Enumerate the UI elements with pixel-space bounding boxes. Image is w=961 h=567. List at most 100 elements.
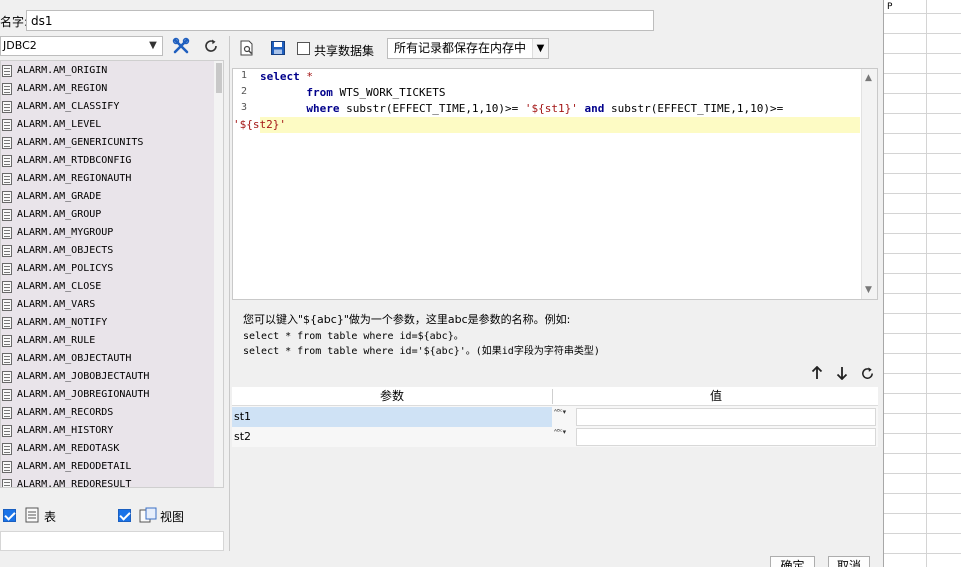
sheet-grid-line [884,33,961,34]
refresh-params-button[interactable] [858,364,876,382]
table-icon [2,479,12,487]
editor-scrollbar[interactable]: ▲ ▼ [861,69,877,299]
list-item[interactable]: ALARM.AM_CLOSE [1,278,214,296]
dataset-name-input[interactable] [26,10,654,31]
list-item[interactable]: ALARM.AM_REDORESULT [1,476,214,487]
sheet-grid-line [884,313,961,314]
query-toolbar: 共享数据集 所有记录都保存在内存中 ▼ [232,38,880,62]
table-row[interactable]: st1 ᴬᴮᶜ▾ [232,407,878,427]
sheet-grid-line [884,173,961,174]
list-item[interactable]: ALARM.AM_OBJECTAUTH [1,350,214,368]
param-value-input[interactable] [576,428,876,446]
preview-icon [240,40,253,56]
memory-mode-value: 所有记录都保存在内存中 [394,41,527,55]
sheet-grid-line [884,113,961,114]
scroll-up-icon[interactable]: ▲ [865,73,872,83]
tree-scrollbar[interactable] [214,61,223,487]
table-name: ALARM.AM_NOTIFY [17,317,108,328]
list-item[interactable]: ALARM.AM_GROUP [1,206,214,224]
list-item[interactable]: ALARM.AM_REDOTASK [1,440,214,458]
move-up-button[interactable] [808,364,826,382]
list-item[interactable]: ALARM.AM_VARS [1,296,214,314]
sheet-grid-line [884,373,961,374]
line-number-gutter: 1 2 3 [233,69,257,299]
list-item[interactable]: ALARM.AM_JOBREGIONAUTH [1,386,214,404]
name-label: 名字: [0,15,29,29]
shared-dataset-checkbox[interactable] [297,42,310,55]
table-search-input[interactable] [0,531,224,551]
table-icon [2,137,12,149]
table-icon [2,245,12,257]
type-glyph: ᴬᴮᶜ [554,408,563,416]
list-item[interactable]: ALARM.AM_POLICYS [1,260,214,278]
type-select-icon[interactable]: ᴬᴮᶜ▾ [554,409,574,425]
cancel-button[interactable]: 取消 [828,556,870,567]
list-item[interactable]: ALARM.AM_CLASSIFY [1,98,214,116]
code-expression: substr(EFFECT_TIME,1,10)>= [604,102,784,115]
list-item[interactable]: ALARM.AM_RECORDS [1,404,214,422]
connection-select[interactable]: JDBC2 ▼ [0,36,163,56]
table-name: ALARM.AM_RULE [17,335,96,346]
show-views-checkbox[interactable] [118,509,131,522]
param-name-cell[interactable]: st1 [232,407,552,427]
ok-button[interactable]: 确定 [770,556,815,567]
list-item[interactable]: ALARM.AM_ORIGIN [1,62,214,80]
list-item[interactable]: ALARM.AM_NOTIFY [1,314,214,332]
tree-scrollbar-thumb[interactable] [216,63,222,93]
list-item[interactable]: ALARM.AM_GRADE [1,188,214,206]
list-item[interactable]: ALARM.AM_GENERICUNITS [1,134,214,152]
panel-divider[interactable] [229,36,230,551]
sheet-grid-line [884,333,961,334]
list-item[interactable]: ALARM.AM_MYGROUP [1,224,214,242]
table-name: ALARM.AM_OBJECTS [17,245,114,256]
list-item[interactable]: ALARM.AM_RULE [1,332,214,350]
table-icon [2,65,12,77]
memory-mode-select[interactable]: 所有记录都保存在内存中 ▼ [387,38,549,59]
connection-select-value: JDBC2 [3,39,37,52]
connection-settings-button[interactable] [170,36,192,56]
table-name: ALARM.AM_CLASSIFY [17,101,120,112]
sql-editor[interactable]: 1 2 3 select * from WTS_WORK_TICKETS whe… [232,68,878,300]
scroll-down-icon[interactable]: ▼ [865,285,872,295]
table-name: ALARM.AM_GRADE [17,191,102,202]
table-name: ALARM.AM_JOBREGIONAUTH [17,389,150,400]
table-name: ALARM.AM_GROUP [17,209,102,220]
show-tables-checkbox[interactable] [3,509,16,522]
code-table-name: WTS_WORK_TICKETS [332,86,446,99]
code-expression: substr(EFFECT_TIME,1,10)>= [339,102,525,115]
table-tree[interactable]: ALARM.AM_ORIGIN ALARM.AM_REGION ALARM.AM_C… [0,60,224,488]
table-icon [2,191,12,203]
list-item[interactable]: ALARM.AM_REDODETAIL [1,458,214,476]
preview-button[interactable] [236,38,258,58]
list-item[interactable]: ALARM.AM_HISTORY [1,422,214,440]
sheet-grid-line [884,93,961,94]
column-resize-handle[interactable] [552,389,553,404]
table-name: ALARM.AM_VARS [17,299,96,310]
list-item[interactable]: ALARM.AM_JOBOBJECTAUTH [1,368,214,386]
table-name: ALARM.AM_GENERICUNITS [17,137,144,148]
code-line-3-wrap: '${st2}' [233,117,286,133]
sheet-grid-line [884,393,961,394]
table-icon [2,263,12,275]
table-name: ALARM.AM_CLOSE [17,281,102,292]
list-item[interactable]: ALARM.AM_REGION [1,80,214,98]
list-item[interactable]: ALARM.AM_LEVEL [1,116,214,134]
move-down-button[interactable] [833,364,851,382]
refresh-button[interactable] [200,36,222,56]
list-item[interactable]: ALARM.AM_OBJECTS [1,242,214,260]
keyword-from: from [306,86,333,99]
table-name: ALARM.AM_POLICYS [17,263,114,274]
code-line-3: where substr(EFFECT_TIME,1,10)>= '${st1}… [260,101,783,117]
table-name: ALARM.AM_REDODETAIL [17,461,132,472]
sheet-grid-line [884,153,961,154]
table-name: ALARM.AM_MYGROUP [17,227,114,238]
arrow-down-icon [836,367,848,380]
list-item[interactable]: ALARM.AM_RTDBCONFIG [1,152,214,170]
table-row[interactable]: st2 ᴬᴮᶜ▾ [232,427,878,447]
param-name-cell[interactable]: st2 [232,427,552,447]
param-value-input[interactable] [576,408,876,426]
save-button[interactable] [267,38,289,58]
type-select-icon[interactable]: ᴬᴮᶜ▾ [554,429,574,445]
type-glyph: ᴬᴮᶜ [554,428,563,436]
list-item[interactable]: ALARM.AM_REGIONAUTH [1,170,214,188]
